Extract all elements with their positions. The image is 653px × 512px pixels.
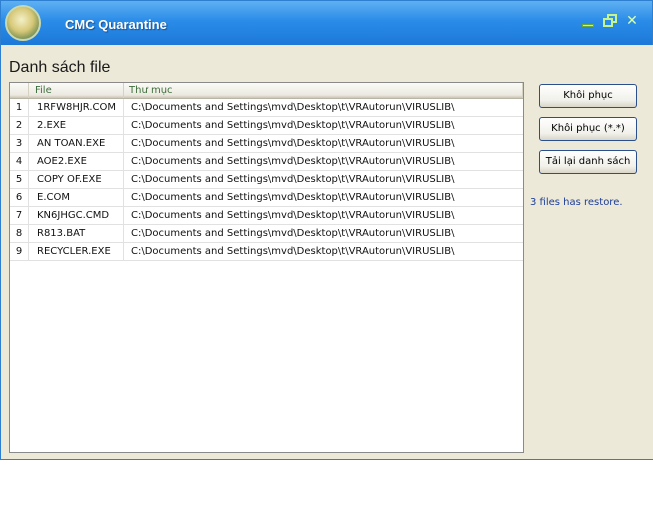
row-folder-path: C:\Documents and Settings\mvd\Desktop\t\… [131,210,455,221]
table-row[interactable]: 4 AOE2.EXE C:\Documents and Settings\mvd… [10,153,523,171]
row-number: 3 [10,135,29,153]
close-button[interactable]: ✕ [624,13,640,29]
table-row[interactable]: 1 1RFW8HJR.COM C:\Documents and Settings… [10,99,523,117]
table-row[interactable]: 8 R813.BAT C:\Documents and Settings\mvd… [10,225,523,243]
main-window: CMC Quarantine ✕ Danh sách file File Thư… [0,0,653,460]
table-row[interactable]: 6 E.COM C:\Documents and Settings\mvd\De… [10,189,523,207]
table-row[interactable]: 3 AN TOAN.EXE C:\Documents and Settings\… [10,135,523,153]
table-row[interactable]: 5 COPY OF.EXE C:\Documents and Settings\… [10,171,523,189]
row-file-name: 2.EXE [29,117,124,135]
row-file-name: AN TOAN.EXE [29,135,124,153]
row-number: 8 [10,225,29,243]
window-content: Danh sách file File Thư mục 1 1RFW8HJR.C… [2,45,653,459]
app-logo-icon [5,5,41,41]
row-file-name: COPY OF.EXE [29,171,124,189]
minimize-button[interactable] [580,13,596,29]
quarantine-file-list[interactable]: File Thư mục 1 1RFW8HJR.COM C:\Documents… [9,82,524,453]
row-number: 2 [10,117,29,135]
row-folder-path: C:\Documents and Settings\mvd\Desktop\t\… [131,174,455,185]
row-folder-path: C:\Documents and Settings\mvd\Desktop\t\… [131,102,455,113]
column-header-folder[interactable]: Thư mục [124,83,523,98]
column-header-file[interactable]: File [29,83,124,98]
restore-button[interactable] [602,13,618,29]
table-row[interactable]: 7 KN6JHGC.CMD C:\Documents and Settings\… [10,207,523,225]
status-message: 3 files has restore. [530,197,623,208]
row-folder-path: C:\Documents and Settings\mvd\Desktop\t\… [131,192,455,203]
row-file-name: R813.BAT [29,225,124,243]
row-file-name: AOE2.EXE [29,153,124,171]
row-folder-path: C:\Documents and Settings\mvd\Desktop\t\… [131,156,455,167]
reload-list-button[interactable]: Tải lại danh sách [539,150,637,174]
table-row[interactable]: 2 2.EXE C:\Documents and Settings\mvd\De… [10,117,523,135]
restore-button-main[interactable]: Khôi phục [539,84,637,108]
restore-icon-front [603,18,613,27]
row-number: 6 [10,189,29,207]
file-list-label: Danh sách file [9,59,111,76]
row-number: 5 [10,171,29,189]
row-file-name: KN6JHGC.CMD [29,207,124,225]
row-number: 4 [10,153,29,171]
row-file-name: 1RFW8HJR.COM [29,99,124,117]
row-file-name: RECYCLER.EXE [29,243,124,261]
row-number: 1 [10,99,29,117]
column-header-number[interactable] [10,83,29,98]
row-folder-path: C:\Documents and Settings\mvd\Desktop\t\… [131,246,455,257]
row-folder-path: C:\Documents and Settings\mvd\Desktop\t\… [131,228,455,239]
window-title: CMC Quarantine [65,17,167,32]
minimize-icon [582,24,594,27]
restore-all-button[interactable]: Khôi phục (*.*) [539,117,637,141]
row-folder-path: C:\Documents and Settings\mvd\Desktop\t\… [131,138,455,149]
row-folder-path: C:\Documents and Settings\mvd\Desktop\t\… [131,120,455,131]
row-number: 9 [10,243,29,261]
table-row[interactable]: 9 RECYCLER.EXE C:\Documents and Settings… [10,243,523,261]
close-icon: ✕ [626,13,638,29]
row-file-name: E.COM [29,189,124,207]
title-bar[interactable]: CMC Quarantine ✕ [1,1,652,45]
list-header: File Thư mục [10,83,523,99]
row-number: 7 [10,207,29,225]
